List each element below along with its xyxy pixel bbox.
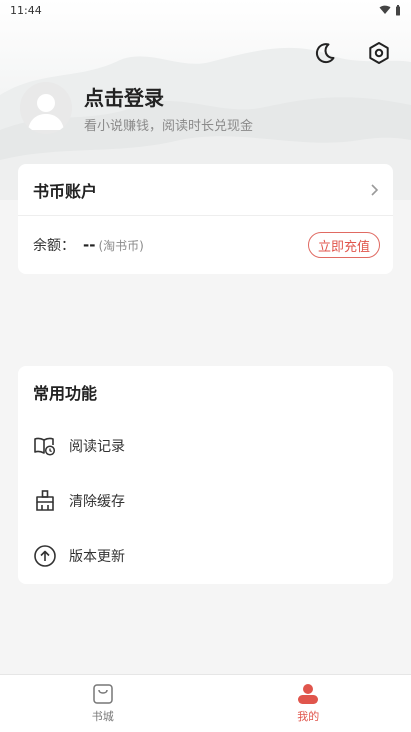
version-update-label: 版本更新 bbox=[69, 549, 125, 565]
balance-label: 余额： bbox=[33, 238, 75, 254]
tab-mine-label: 我的 bbox=[297, 710, 320, 723]
chevron-right-icon bbox=[371, 183, 379, 196]
balance-value: -- bbox=[83, 236, 96, 254]
settings-button[interactable] bbox=[364, 38, 394, 68]
tab-bookstore-label: 书城 bbox=[91, 710, 114, 723]
account-header[interactable]: 书币账户 bbox=[18, 164, 393, 216]
bottom-tabbar: 书城 我的 bbox=[0, 674, 411, 732]
login-title[interactable]: 点击登录 bbox=[84, 82, 164, 111]
default-avatar-icon bbox=[20, 82, 72, 134]
broom-icon bbox=[33, 489, 57, 513]
cloud-upload-icon bbox=[33, 544, 57, 568]
moon-icon bbox=[315, 43, 335, 64]
user-icon bbox=[298, 684, 319, 704]
shopping-bag-icon bbox=[93, 684, 113, 704]
wifi-icon bbox=[379, 5, 391, 14]
balance-row: 余额： -- (淘书币) 立即充值 bbox=[18, 216, 393, 274]
avatar[interactable] bbox=[20, 82, 72, 134]
account-title: 书币账户 bbox=[33, 181, 98, 201]
version-update-item[interactable]: 版本更新 bbox=[33, 536, 378, 576]
recharge-button[interactable]: 立即充值 bbox=[307, 232, 380, 258]
tab-bookstore[interactable]: 书城 bbox=[0, 675, 206, 732]
reading-history-label: 阅读记录 bbox=[69, 439, 125, 455]
status-time: 11:44 bbox=[10, 3, 42, 17]
account-card: 书币账户 余额： -- (淘书币) 立即充值 bbox=[18, 164, 393, 274]
gear-icon bbox=[369, 42, 389, 64]
battery-icon bbox=[396, 4, 400, 15]
balance-unit: (淘书币) bbox=[98, 239, 144, 253]
clear-cache-item[interactable]: 清除缓存 bbox=[33, 481, 378, 521]
login-subtitle: 看小说赚钱，阅读时长兑现金 bbox=[84, 119, 254, 134]
reading-history-icon bbox=[33, 434, 57, 458]
status-icons bbox=[379, 4, 401, 16]
functions-title: 常用功能 bbox=[33, 384, 98, 403]
balance: 余额： -- (淘书币) bbox=[33, 235, 144, 255]
tab-mine[interactable]: 我的 bbox=[206, 675, 411, 732]
clear-cache-label: 清除缓存 bbox=[69, 494, 125, 510]
night-mode-button[interactable] bbox=[310, 38, 340, 68]
reading-history-item[interactable]: 阅读记录 bbox=[33, 426, 378, 466]
functions-card: 常用功能 阅读记录 清除缓存 版本更新 bbox=[18, 366, 393, 584]
status-bar: 11:44 bbox=[0, 0, 411, 20]
